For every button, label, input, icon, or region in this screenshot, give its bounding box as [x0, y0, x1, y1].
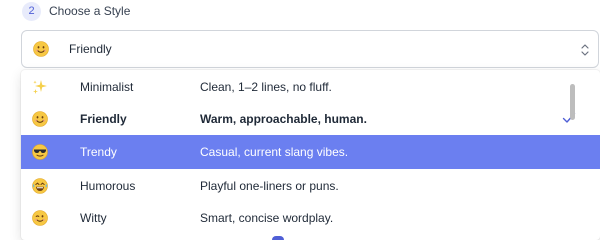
step-title: Choose a Style [49, 4, 131, 18]
option-description: Playful one-liners or puns. [200, 178, 339, 193]
option-name: Witty [80, 210, 107, 225]
smiling-face-icon [33, 41, 49, 57]
option-name: Friendly [80, 111, 127, 126]
sunglasses-face-icon [32, 144, 48, 160]
style-select[interactable]: Friendly [21, 30, 599, 68]
winking-face-icon [32, 210, 48, 226]
option-description: Casual, current slang vibes. [200, 145, 349, 159]
option-description: Clean, 1–2 lines, no fluff. [200, 79, 332, 94]
chevron-up-down-icon [581, 44, 589, 56]
option-name: Humorous [80, 178, 136, 193]
style-dropdown-list: Minimalist Clean, 1–2 lines, no fluff. F… [21, 70, 600, 240]
step-header: 2 Choose a Style [22, 1, 130, 21]
step-number-badge: 2 [22, 1, 41, 21]
option-description: Warm, approachable, human. [200, 111, 367, 126]
sparkles-icon [33, 80, 47, 94]
option-witty[interactable]: Witty Smart, concise wordplay. [21, 201, 600, 234]
option-description: Smart, concise wordplay. [200, 210, 334, 225]
dropdown-scrollbar[interactable] [570, 84, 575, 120]
option-minimalist[interactable]: Minimalist Clean, 1–2 lines, no fluff. [21, 70, 600, 103]
smiling-face-icon [32, 111, 48, 127]
option-name: Minimalist [80, 79, 134, 94]
laughing-face-icon [32, 178, 48, 194]
select-value: Friendly [69, 42, 112, 56]
option-trendy[interactable]: Trendy Casual, current slang vibes. [21, 135, 600, 169]
option-humorous[interactable]: Humorous Playful one-liners or puns. [21, 169, 600, 202]
underlying-button-edge [272, 236, 284, 240]
option-name: Trendy [80, 145, 117, 159]
option-friendly[interactable]: Friendly Warm, approachable, human. [21, 102, 600, 135]
